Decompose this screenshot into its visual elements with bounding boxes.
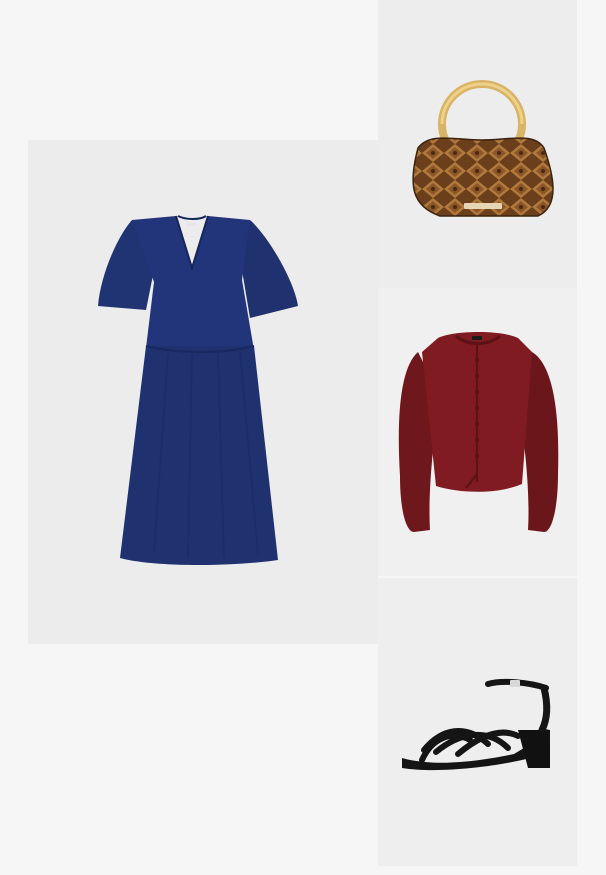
product-tile-handbag[interactable] [378,0,577,288]
product-tile-cardigan[interactable] [378,288,577,576]
product-tile-dress[interactable] [28,140,378,644]
cardigan-icon [398,332,559,532]
dress-icon [98,215,298,565]
handbag-icon [412,80,554,217]
product-tile-sandal[interactable] [378,578,577,866]
sandal-icon [402,678,551,771]
